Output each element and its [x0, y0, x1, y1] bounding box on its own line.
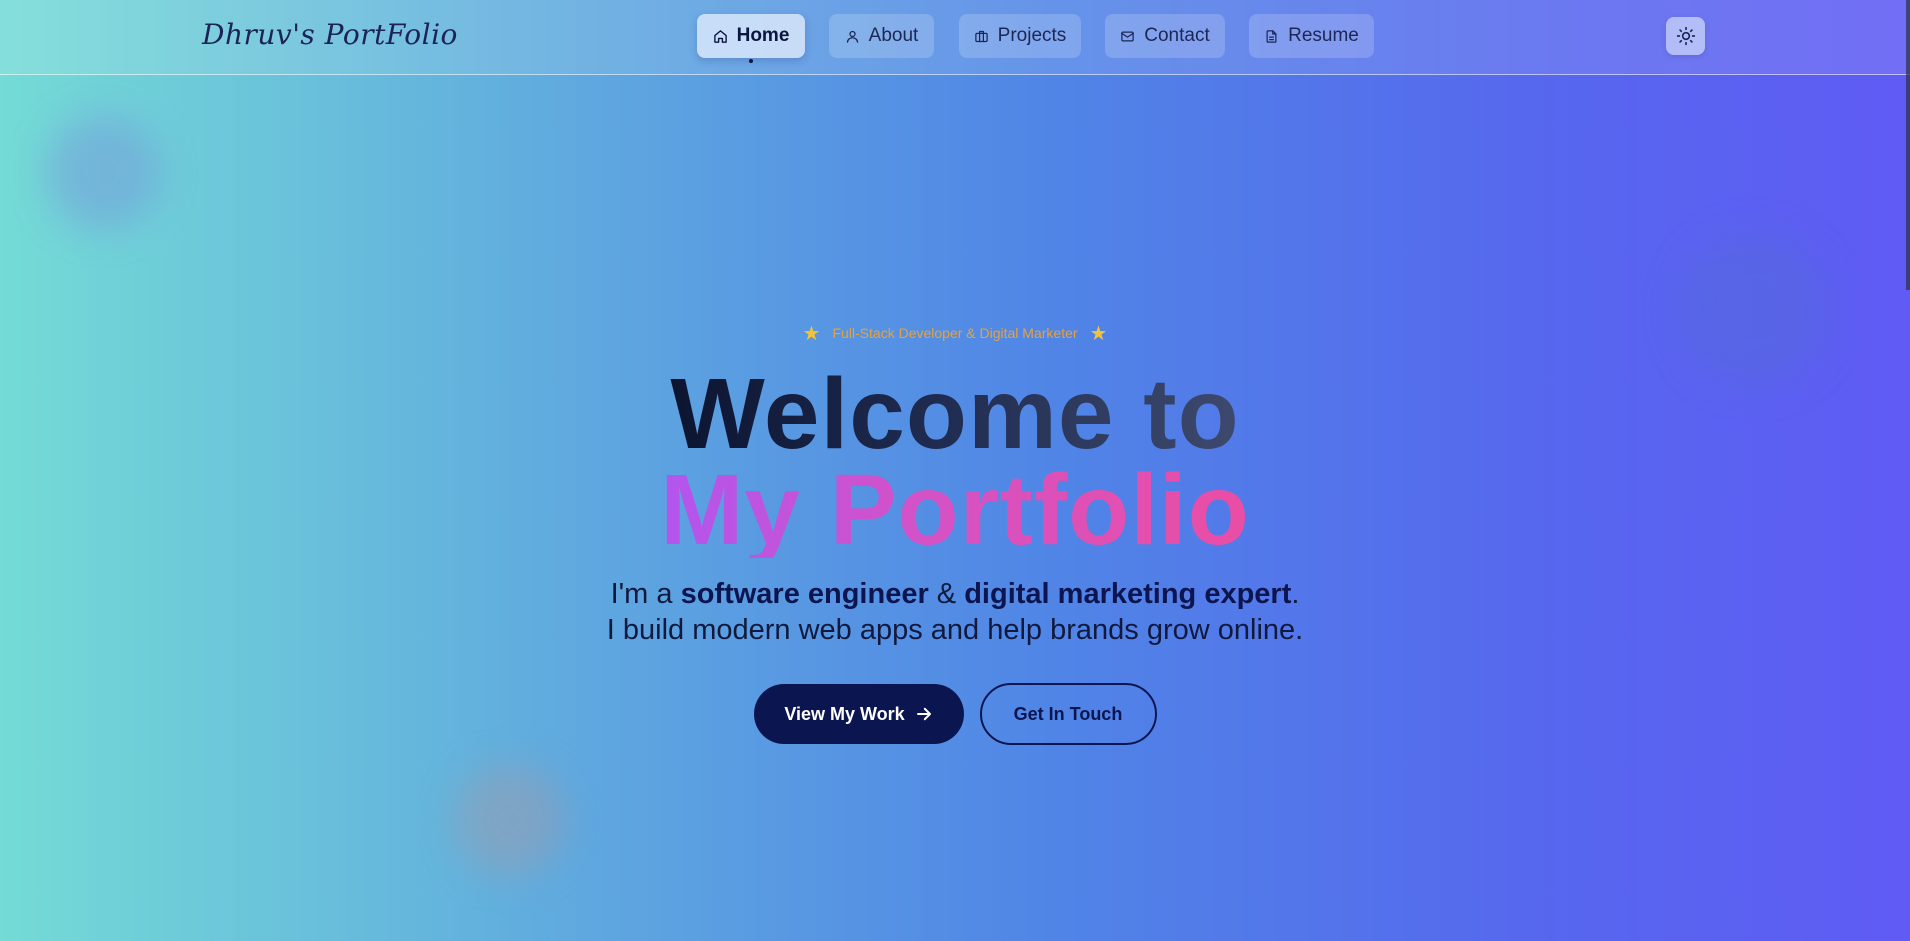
get-in-touch-label: Get In Touch [1013, 703, 1123, 724]
star-icon: ★ [802, 322, 821, 345]
mail-icon [1121, 31, 1134, 41]
file-icon [1266, 29, 1277, 43]
subtitle-period: . [1291, 578, 1300, 610]
view-my-work-label: View My Work [784, 703, 905, 724]
star-icon: ★ [1089, 322, 1108, 345]
subtitle-highlight-digital-marketing: digital marketing expert [964, 578, 1292, 610]
nav-projects[interactable]: Projects [959, 14, 1081, 58]
subtitle-line2: I build modern web apps and help brands … [606, 614, 1304, 646]
hero-actions: View My Work Get In Touch [0, 683, 1910, 745]
hero-title-line1: Welcome to [670, 358, 1240, 470]
top-navbar: Dhruv's PortFolio Home About Projects Co… [0, 0, 1910, 75]
tagline: ★ Full-Stack Developer & Digital Markete… [0, 320, 1910, 346]
nav-projects-label: Projects [997, 25, 1067, 46]
subtitle-highlight-software-engineer: software engineer [680, 578, 929, 610]
hero-title-line2: My Portfolio [660, 454, 1250, 566]
scrollbar[interactable] [1906, 0, 1910, 290]
nav-about-label: About [868, 25, 919, 46]
nav-home[interactable]: Home [697, 14, 805, 63]
nav-resume-label: Resume [1288, 25, 1359, 46]
nav-home-label: Home [736, 25, 790, 46]
subtitle-prefix: I'm a [610, 578, 681, 610]
user-icon [846, 30, 858, 43]
nav-contact-label: Contact [1144, 25, 1210, 46]
nav-about[interactable]: About [829, 14, 934, 58]
brand-logo[interactable]: Dhruv's PortFolio [202, 18, 458, 51]
tagline-text: Full-Stack Developer & Digital Marketer [832, 325, 1078, 341]
get-in-touch-button[interactable]: Get In Touch [979, 683, 1157, 745]
subtitle-connector: & [928, 578, 965, 610]
arrow-right-icon [916, 707, 931, 721]
nav-contact[interactable]: Contact [1105, 14, 1225, 58]
briefcase-icon [974, 30, 988, 42]
home-icon [713, 29, 727, 43]
active-indicator [749, 59, 753, 63]
nav-resume[interactable]: Resume [1249, 14, 1374, 58]
hero-subtitle: I'm a software engineer & digital market… [0, 576, 1910, 648]
background-blob [45, 115, 160, 230]
theme-toggle-button[interactable] [1666, 17, 1705, 55]
sun-icon [1676, 26, 1695, 46]
view-my-work-button[interactable]: View My Work [753, 684, 964, 744]
background-blob [455, 765, 565, 875]
hero-section: ★ Full-Stack Developer & Digital Markete… [0, 320, 1910, 745]
